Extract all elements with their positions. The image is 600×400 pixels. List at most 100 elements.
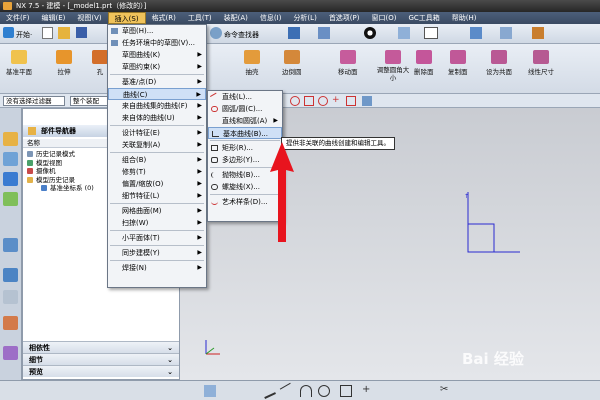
snap-endpoint-icon[interactable] — [304, 96, 314, 106]
assembly-navigator-icon[interactable] — [3, 132, 18, 146]
menu-item-derived-curve[interactable]: 来自曲线集的曲线(F) ▶ — [108, 100, 206, 112]
menu-item-mesh-surface[interactable]: 网格曲面(M) ▶ — [108, 205, 206, 217]
y-axis-glyph: ↑ — [464, 193, 469, 200]
fit-view-icon[interactable] — [318, 27, 330, 39]
wcs-icon[interactable] — [470, 27, 482, 39]
menu-item-combine[interactable]: 组合(B) ▶ — [108, 154, 206, 166]
delete-face-button[interactable]: 删除面 — [414, 50, 434, 76]
history-icon[interactable] — [3, 268, 18, 282]
render-style-icon[interactable] — [364, 27, 376, 39]
rectangle-icon — [211, 145, 218, 151]
reuse-library-icon[interactable] — [3, 192, 18, 206]
menu-item-curve[interactable]: 曲线(C) ▶ — [108, 88, 206, 100]
section-details[interactable]: 细节 ⌄ — [23, 353, 179, 365]
menu-gc-toolbox[interactable]: GC工具箱 — [402, 12, 445, 24]
command-finder-label[interactable]: 命令查找器 — [224, 30, 259, 40]
menu-item-arc-circle[interactable]: 圆弧/圆(C)... — [208, 103, 282, 115]
menu-help[interactable]: 帮助(H) — [446, 12, 483, 24]
shaded-icon[interactable] — [398, 27, 410, 39]
snap-center-icon[interactable] — [290, 96, 300, 106]
menu-item-lines-and-arcs[interactable]: 直线和圆弧(A) ▶ — [208, 115, 282, 127]
extrude-button[interactable]: 拉伸 — [56, 50, 72, 76]
constraint-navigator-icon[interactable] — [3, 152, 18, 166]
menu-item-facet-body[interactable]: 小平面体(T) ▶ — [108, 232, 206, 244]
menu-format[interactable]: 格式(R) — [146, 12, 182, 24]
wcs-square — [467, 223, 495, 253]
view-orient-icon[interactable] — [288, 27, 300, 39]
submenu-arrow-icon: ▶ — [197, 129, 202, 136]
menu-item-sketch-in-task[interactable]: 任务环境中的草图(V)... — [108, 37, 206, 49]
roles-icon[interactable] — [3, 346, 18, 360]
menu-item-sketch[interactable]: 草图(H)... — [108, 25, 206, 37]
insert-menu: 草图(H)... 任务环境中的草图(V)... 草图曲线(K) ▶ 草图约束(K)… — [107, 24, 207, 288]
selection-scope-select[interactable]: 整个装配 — [70, 96, 110, 106]
circle-icon[interactable] — [318, 385, 330, 397]
menu-item-basic-curves[interactable]: 基本曲线(B)... — [208, 127, 282, 139]
layer-color-icon[interactable] — [424, 27, 438, 39]
submenu-arrow-icon: ▶ — [197, 78, 202, 85]
menu-file[interactable]: 文件(F) — [0, 12, 36, 24]
menu-item-line[interactable]: 直线(L)... — [208, 91, 282, 103]
line-icon[interactable] — [279, 382, 297, 400]
rectangle-icon[interactable] — [340, 385, 352, 397]
shell-button[interactable]: 抽壳 — [244, 50, 260, 76]
submenu-arrow-icon: ▶ — [197, 168, 202, 175]
resize-blend-button[interactable]: 调整圆角大小 — [376, 50, 410, 82]
menu-item-sketch-curve[interactable]: 草图曲线(K) ▶ — [108, 49, 206, 61]
hole-button[interactable]: 孔 — [92, 50, 108, 76]
linear-dimension-icon — [533, 50, 549, 64]
menu-information[interactable]: 信息(I) — [254, 12, 288, 24]
menu-view[interactable]: 视图(V) — [71, 12, 107, 24]
menu-preferences[interactable]: 首选项(P) — [323, 12, 366, 24]
submenu-arrow-icon: ▶ — [197, 63, 202, 70]
menu-item-synchronous-modeling[interactable]: 同步建模(Y) ▶ — [108, 247, 206, 259]
menu-item-associative-copy[interactable]: 关联复制(A) ▶ — [108, 139, 206, 151]
open-folder-icon[interactable] — [58, 27, 70, 39]
system-materials-icon[interactable] — [3, 290, 18, 304]
datum-plane-button[interactable]: 基准平面 — [6, 50, 32, 76]
move-face-button[interactable]: 移动面 — [338, 50, 358, 76]
section-preview[interactable]: 预览 ⌄ — [23, 365, 179, 377]
menu-item-curve-from-body[interactable]: 来自体的曲线(U) ▶ — [108, 112, 206, 124]
menu-insert[interactable]: 插入(S) — [107, 12, 146, 24]
web-browser-icon[interactable] — [3, 238, 18, 252]
menu-analysis[interactable]: 分析(L) — [287, 12, 322, 24]
menu-item-trim[interactable]: 修剪(T) ▶ — [108, 166, 206, 178]
snap-midpoint-icon[interactable] — [346, 96, 356, 106]
sketch-finish-icon[interactable] — [204, 385, 216, 397]
start-button[interactable]: 开始· — [16, 30, 32, 40]
menu-item-datum-point[interactable]: 基准/点(D) ▶ — [108, 76, 206, 88]
edge-blend-button[interactable]: 边倒圆 — [282, 50, 302, 76]
new-file-icon[interactable] — [42, 27, 53, 39]
menu-item-offset-scale[interactable]: 偏置/缩放(O) ▶ — [108, 178, 206, 190]
part-icon[interactable] — [532, 27, 544, 39]
profile-icon[interactable] — [260, 383, 276, 399]
menu-window[interactable]: 窗口(O) — [366, 12, 403, 24]
snap-point-icon[interactable] — [318, 96, 328, 106]
menu-item-sweep[interactable]: 扫掠(W) ▶ — [108, 217, 206, 229]
window-title: NX 7.5 - 建模 - [_model1.prt（修改的）] — [16, 2, 147, 10]
command-finder-icon[interactable] — [210, 27, 222, 39]
menu-edit[interactable]: 编辑(E) — [36, 12, 72, 24]
menu-item-detail-feature[interactable]: 细节特征(L) ▶ — [108, 190, 206, 202]
menu-item-sketch-constraint[interactable]: 草图约束(K) ▶ — [108, 61, 206, 73]
arc-icon[interactable] — [300, 385, 312, 397]
menu-item-weld[interactable]: 焊接(N) ▶ — [108, 262, 206, 274]
process-studio-icon[interactable] — [3, 316, 18, 330]
snap-settings-icon[interactable] — [362, 96, 372, 106]
save-icon[interactable] — [76, 27, 87, 38]
camera-icon — [27, 168, 33, 175]
menu-tools[interactable]: 工具(T) — [182, 12, 218, 24]
menu-assembly[interactable]: 装配(A) — [218, 12, 254, 24]
make-coplanar-button[interactable]: 设为共面 — [486, 50, 512, 76]
section-dependencies[interactable]: 相依性 ⌄ — [23, 341, 179, 353]
linear-dimension-button[interactable]: 线性尺寸 — [528, 50, 554, 76]
trim-icon[interactable]: ✂ — [440, 385, 452, 397]
part-navigator-icon[interactable] — [3, 172, 18, 186]
grid-icon[interactable] — [500, 27, 512, 39]
type-filter-select[interactable]: 没有选择过滤器 — [3, 96, 65, 106]
copy-face-button[interactable]: 复制面 — [448, 50, 468, 76]
menu-item-design-feature[interactable]: 设计特征(E) ▶ — [108, 127, 206, 139]
snap-intersection-icon[interactable]: + — [332, 96, 342, 106]
point-icon[interactable]: + — [362, 385, 374, 397]
